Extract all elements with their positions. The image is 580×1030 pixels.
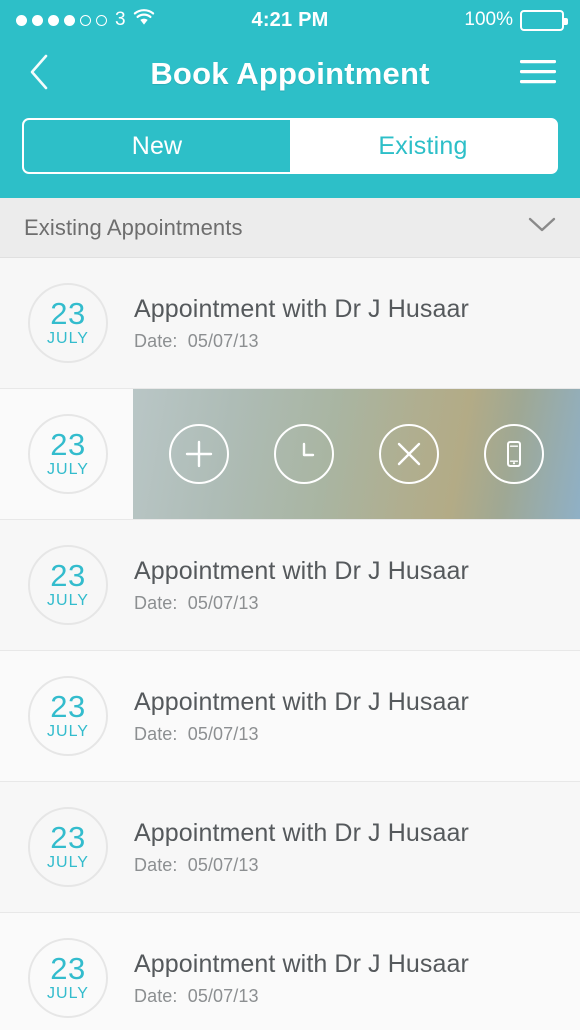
appointment-row[interactable]: 23JULY Appointment with Dr J Husaar Date: … — [0, 520, 580, 651]
status-bar: 3 4:21 PM 100% — [0, 0, 580, 40]
appointment-date-line: Date: 05/07/13 — [134, 724, 469, 745]
add-action-button[interactable] — [169, 424, 230, 484]
appointment-date-badge: 23 JULY — [28, 676, 108, 756]
appointment-title: Appointment with Dr J Husaar — [134, 949, 469, 978]
menu-button[interactable] — [518, 54, 558, 94]
appointment-date-line: Date: 05/07/13 — [134, 331, 469, 352]
appointment-day: 23 — [50, 558, 86, 593]
chevron-down-icon[interactable] — [528, 216, 556, 239]
mobile-action-button[interactable] — [483, 424, 544, 484]
appointment-month: JULY — [47, 723, 89, 740]
appointment-day: 23 — [50, 427, 86, 462]
appointment-details: Appointment with Dr J Husaar Date: 05/07/… — [134, 688, 469, 745]
appointment-date-value: 05/07/13 — [187, 330, 259, 351]
appointment-date-badge: 23 JULY — [28, 414, 108, 494]
add-icon — [182, 437, 216, 471]
appointment-row[interactable]: 23JULYAppointment with Dr J HusaarDate: … — [0, 389, 580, 520]
battery-full-icon — [520, 9, 568, 31]
appointment-date-badge: 23 JULY — [28, 545, 108, 625]
clock-icon — [287, 437, 321, 471]
chevron-left-icon — [28, 53, 50, 96]
appointment-date-line: Date: 05/07/13 — [134, 855, 469, 876]
app-screen: 3 4:21 PM 100% Book Appointment New Exis… — [0, 0, 580, 1030]
appointment-month: JULY — [47, 854, 89, 871]
tab-new[interactable]: New — [24, 120, 290, 172]
appointment-day: 23 — [50, 820, 86, 855]
appointment-title: Appointment with Dr J Husaar — [134, 818, 469, 847]
appointment-title: Appointment with Dr J Husaar — [134, 687, 469, 716]
appointment-date-line: Date: 05/07/13 — [134, 986, 469, 1007]
appointment-date-label: Date: — [134, 592, 178, 613]
hamburger-menu-icon — [519, 58, 557, 91]
appointment-day: 23 — [50, 296, 86, 331]
clock-action-button[interactable] — [274, 424, 335, 484]
appointment-details: Appointment with Dr J Husaar Date: 05/07/… — [134, 557, 469, 614]
appointment-date-label: Date: — [134, 985, 178, 1006]
section-header-existing-appointments[interactable]: Existing Appointments — [0, 198, 580, 258]
appointment-month: JULY — [47, 330, 89, 347]
appointment-date-label: Date: — [134, 723, 178, 744]
segmented-control: New Existing — [22, 118, 558, 174]
appointment-day: 23 — [50, 951, 86, 986]
page-title: Book Appointment — [150, 56, 430, 91]
appointment-date-value: 05/07/13 — [187, 985, 259, 1006]
tab-existing[interactable]: Existing — [290, 120, 556, 172]
appointment-title: Appointment with Dr J Husaar — [134, 556, 469, 585]
appointment-row[interactable]: 23JULY Appointment with Dr J Husaar Date: … — [0, 782, 580, 913]
appointment-date-label: Date: — [134, 330, 178, 351]
appointment-details: Appointment with Dr J Husaar Date: 05/07/… — [134, 950, 469, 1007]
appointment-details: Appointment with Dr J Husaar Date: 05/07/… — [134, 295, 469, 352]
appointment-title: Appointment with Dr J Husaar — [134, 294, 469, 323]
swipe-actions-panel — [133, 389, 580, 519]
cancel-action-button[interactable] — [378, 424, 439, 484]
mobile-icon — [497, 437, 531, 471]
appointment-month: JULY — [47, 985, 89, 1002]
segmented-control-container: New Existing — [0, 108, 580, 198]
cancel-icon — [392, 437, 426, 471]
appointment-row[interactable]: 23JULY Appointment with Dr J Husaar Date: … — [0, 258, 580, 389]
appointment-row[interactable]: 23JULY Appointment with Dr J Husaar Date: … — [0, 651, 580, 782]
appointment-row[interactable]: 23JULY Appointment with Dr J Husaar Date: … — [0, 913, 580, 1030]
appointment-date-line: Date: 05/07/13 — [134, 593, 469, 614]
appointment-date-value: 05/07/13 — [187, 854, 259, 875]
appointment-date-badge: 23 JULY — [28, 283, 108, 363]
navigation-bar: Book Appointment — [0, 40, 580, 108]
battery-percent-label: 100% — [464, 9, 513, 30]
appointment-day: 23 — [50, 689, 86, 724]
appointment-date-badge: 23 JULY — [28, 938, 108, 1018]
appointment-date-label: Date: — [134, 854, 178, 875]
appointment-date-badge: 23 JULY — [28, 807, 108, 887]
appointment-list: 23 JULY Appointment with Dr J Husaar Date: … — [0, 258, 580, 1030]
appointment-date-value: 05/07/13 — [187, 723, 259, 744]
appointment-details: Appointment with Dr J Husaar Date: 05/07/… — [134, 819, 469, 876]
appointment-month: JULY — [47, 461, 89, 478]
status-bar-right: 100% — [464, 9, 568, 31]
appointment-month: JULY — [47, 592, 89, 609]
tab-existing-label: Existing — [378, 131, 468, 160]
section-title: Existing Appointments — [24, 214, 243, 240]
back-button[interactable] — [22, 52, 56, 96]
tab-new-label: New — [131, 131, 183, 160]
appointment-date-value: 05/07/13 — [187, 592, 259, 613]
